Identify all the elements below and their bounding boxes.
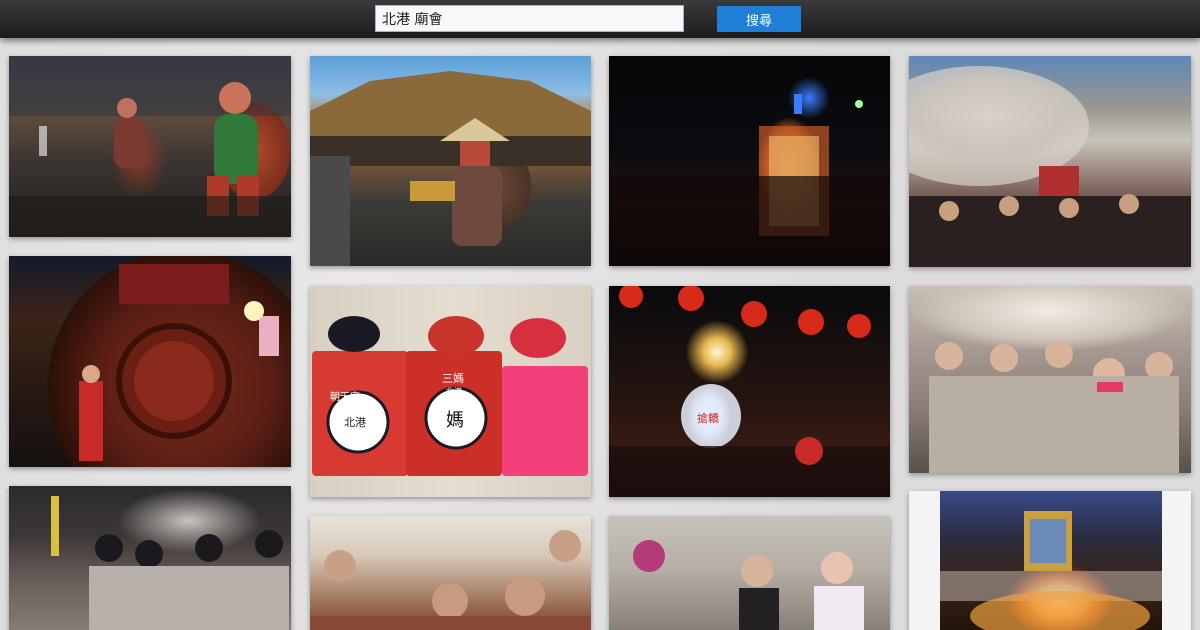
photo-detail — [609, 94, 890, 266]
photo-detail — [940, 511, 1162, 630]
photo-detail — [310, 71, 591, 266]
photo-thumbnail-festival-shirts[interactable]: 朝天宮 北港 三媽 媽 北港 — [310, 286, 591, 497]
photo-detail — [9, 56, 291, 237]
search-input[interactable] — [375, 5, 684, 32]
photo-thumbnail-incense-street[interactable] — [310, 516, 591, 630]
search-button[interactable]: 搜尋 — [717, 6, 801, 32]
photo-image — [940, 491, 1162, 630]
photo-thumbnail-firecracker-smoke[interactable] — [909, 56, 1191, 267]
photo-thumbnail-masked-participant[interactable] — [609, 516, 890, 630]
shirt-text-left-badge: 北港 — [344, 416, 366, 429]
photo-detail — [633, 540, 864, 630]
photo-thumbnail-palanquin-fireworks[interactable] — [909, 491, 1191, 630]
photo-detail — [909, 66, 1191, 267]
photo-thumbnail-helmet-crowd[interactable] — [9, 486, 291, 630]
cap-text-middle: 三媽 — [442, 372, 464, 385]
photo-gallery: 朝天宮 北港 三媽 媽 北港 搶轎 — [0, 38, 1200, 630]
photo-detail — [51, 496, 289, 630]
photo-thumbnail-night-palanquin[interactable] — [609, 56, 890, 266]
photo-detail — [79, 264, 279, 461]
shirt-text-left-header: 朝天宮 — [330, 392, 360, 403]
photo-thumbnail-drum-cart[interactable] — [9, 256, 291, 467]
lantern-text: 搶轎 — [697, 412, 719, 425]
photo-detail — [929, 340, 1179, 473]
photo-thumbnail-temple-performer[interactable] — [310, 56, 591, 266]
photo-detail — [310, 530, 591, 630]
photo-thumbnail-glowing-lantern[interactable]: 搶轎 — [609, 286, 890, 497]
photo-thumbnail-masked-puppets[interactable] — [9, 56, 291, 237]
photo-detail — [609, 286, 890, 497]
photo-thumbnail-covering-ears[interactable] — [909, 286, 1191, 473]
shirt-text-middle-sub: 北港 — [446, 387, 462, 396]
shirt-text-middle-badge: 媽 — [446, 410, 464, 431]
top-search-bar: 搜尋 — [0, 0, 1200, 38]
